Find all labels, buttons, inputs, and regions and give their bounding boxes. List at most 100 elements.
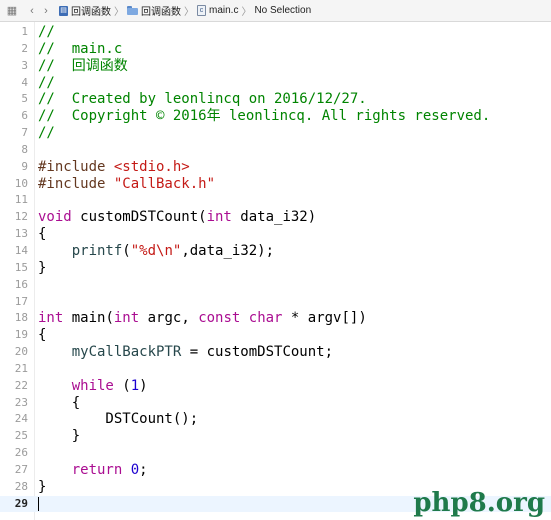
text-caret [38, 496, 39, 511]
breadcrumb-project[interactable]: ▤ 回调函数 [59, 3, 111, 18]
code-token: ; [139, 461, 148, 478]
code-token: // Created by leonlincq on 2016/12/27. [38, 91, 367, 108]
code-line[interactable]: 24 DSTCount(); [0, 411, 551, 428]
code-text: { [38, 226, 46, 243]
code-text: // [38, 75, 55, 92]
line-number: 8 [21, 142, 28, 156]
code-text: int main(int argc, const char * argv[]) [38, 310, 367, 327]
breadcrumb-group-label: 回调函数 [141, 7, 181, 18]
code-token: int [113, 310, 140, 327]
watermark-logo: php8.org [413, 488, 545, 518]
code-text: // [38, 24, 55, 41]
code-text: // Copyright © 2016年 leonlincq. All righ… [38, 108, 490, 125]
back-chevron-icon[interactable]: ‹ [25, 4, 39, 18]
code-line[interactable]: 27 return 0; [0, 462, 551, 479]
code-line[interactable]: 8 [0, 142, 551, 159]
code-text [38, 496, 39, 513]
code-line[interactable]: 16 [0, 277, 551, 294]
code-line[interactable]: 15} [0, 260, 551, 277]
code-token: } [38, 259, 47, 276]
code-token: ,data_i32); [181, 242, 275, 259]
code-line[interactable]: 11 [0, 192, 551, 209]
code-token: 0 [130, 461, 140, 478]
code-token: const char [198, 310, 283, 327]
line-number: 29 [14, 496, 28, 510]
code-token: } [38, 478, 47, 495]
code-line[interactable]: 1 // [0, 24, 551, 41]
code-token: return [71, 461, 123, 478]
code-token: myCallBackPTR [71, 344, 182, 361]
breadcrumb-symbol-label: No Selection [254, 5, 312, 16]
breadcrumb-file[interactable]: c main.c [197, 5, 238, 16]
code-token: // [38, 74, 55, 91]
code-line[interactable]: 26 [0, 445, 551, 462]
line-number: 13 [14, 227, 28, 241]
code-token: ( [122, 242, 131, 259]
code-line[interactable]: 18 int main(int argc, const char * argv[]… [0, 310, 551, 327]
code-line[interactable]: 22 while (1) [0, 378, 551, 395]
breadcrumb-separator-icon: 〉 [114, 7, 124, 18]
line-number: 17 [14, 294, 28, 308]
code-line[interactable]: 10 #include "CallBack.h" [0, 176, 551, 193]
code-text: return 0; [38, 462, 148, 479]
code-line[interactable]: 2 // main.c [0, 41, 551, 58]
code-token: } [38, 428, 81, 445]
code-text: } [38, 260, 46, 277]
code-line[interactable]: 4 // [0, 75, 551, 92]
line-number: 20 [14, 345, 28, 359]
line-number: 7 [21, 126, 28, 140]
breadcrumb-group[interactable]: 回调函数 [127, 3, 181, 18]
code-line[interactable]: 9 #include <stdio.h> [0, 159, 551, 176]
line-number: 14 [14, 243, 28, 257]
code-line[interactable]: 5 // Created by leonlincq on 2016/12/27. [0, 91, 551, 108]
line-number: 19 [14, 328, 28, 342]
c-file-icon: c [197, 5, 206, 16]
line-number: 9 [21, 159, 28, 173]
code-line[interactable]: 7 // [0, 125, 551, 142]
code-text: #include <stdio.h> [38, 159, 190, 176]
breadcrumb-project-label: 回调函数 [71, 7, 111, 18]
code-token: * argv[]) [282, 310, 367, 327]
code-text: // Created by leonlincq on 2016/12/27. [38, 91, 367, 108]
line-number: 26 [14, 446, 28, 460]
line-number: 22 [14, 378, 28, 392]
forward-chevron-icon[interactable]: › [39, 4, 53, 18]
breadcrumb-separator-icon: 〉 [241, 7, 252, 18]
code-line[interactable]: 17 [0, 294, 551, 311]
code-text: { [38, 327, 46, 344]
code-line[interactable]: 20 myCallBackPTR = customDSTCount; [0, 344, 551, 361]
jump-bar: ▦ ‹ › ▤ 回调函数 〉 回调函数 〉 c main.c 〉 No Sele… [0, 0, 551, 22]
code-line[interactable]: 19 { [0, 327, 551, 344]
code-text: // [38, 125, 55, 142]
code-token: data_i32) [231, 209, 317, 226]
breadcrumb-symbol[interactable]: No Selection [254, 5, 311, 16]
related-items-grid-icon[interactable]: ▦ [5, 4, 19, 18]
code-line[interactable]: 6 // Copyright © 2016年 leonlincq. All rig… [0, 108, 551, 125]
line-number: 11 [14, 193, 28, 207]
line-number: 4 [21, 75, 28, 89]
source-editor[interactable]: 1 // 2 // main.c 3 // 回调函数 4 // 5 // Created by l… [0, 22, 551, 520]
code-line[interactable]: 25 } [0, 428, 551, 445]
code-line[interactable]: 3 // 回调函数 [0, 58, 551, 75]
line-number: 28 [14, 479, 28, 493]
code-token: #include [38, 158, 114, 175]
code-line[interactable]: 12 void customDSTCount(int data_i32) [0, 209, 551, 226]
code-text: #include "CallBack.h" [38, 176, 215, 193]
code-token: ) [139, 377, 148, 394]
code-token: { [38, 327, 47, 344]
code-line[interactable]: 14 printf("%d\n",data_i32); [0, 243, 551, 260]
code-text: { [38, 395, 80, 412]
code-text: DSTCount(); [38, 411, 198, 428]
code-token: <stdio.h> [113, 158, 190, 175]
code-token: printf [71, 242, 123, 259]
code-line[interactable]: 13 { [0, 226, 551, 243]
code-line[interactable]: 23 { [0, 395, 551, 412]
code-token: 1 [130, 377, 140, 394]
breadcrumb-separator-icon: 〉 [184, 7, 194, 18]
code-token: // main.c [38, 40, 123, 57]
code-token: { [38, 226, 47, 243]
code-line[interactable]: 21 [0, 361, 551, 378]
